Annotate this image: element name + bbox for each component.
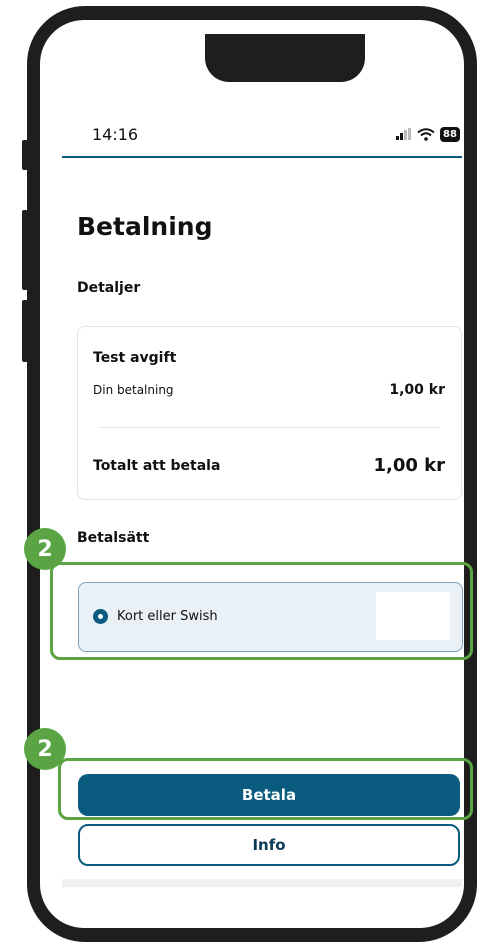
- item-title: Test avgift: [93, 350, 177, 366]
- step-badge: 2: [24, 528, 66, 570]
- phone-side-button: [22, 210, 28, 290]
- signal-icon: [396, 128, 411, 140]
- step-badge: 2: [24, 728, 66, 770]
- highlight-payment-method: [50, 562, 473, 660]
- phone-side-button: [22, 140, 28, 170]
- info-button[interactable]: Info: [78, 824, 460, 866]
- highlight-pay-button: [58, 758, 473, 820]
- total-amount: 1,00 kr: [373, 455, 445, 476]
- wifi-icon: [417, 127, 435, 141]
- payment-method-heading: Betalsätt: [77, 530, 150, 546]
- total-label: Totalt att betala: [93, 458, 221, 474]
- status-time: 14:16: [92, 125, 139, 144]
- header-divider: [62, 156, 462, 158]
- line-amount: 1,00 kr: [389, 382, 445, 398]
- line-label: Din betalning: [93, 383, 174, 397]
- phone-notch: [205, 34, 365, 82]
- bottom-bar: [62, 879, 462, 887]
- details-heading: Detaljer: [77, 280, 141, 296]
- battery-icon: 88: [440, 126, 460, 142]
- card-divider: [98, 427, 439, 428]
- status-icons: 88: [396, 124, 460, 144]
- phone-side-button: [22, 300, 28, 362]
- page-title: Betalning: [77, 212, 213, 241]
